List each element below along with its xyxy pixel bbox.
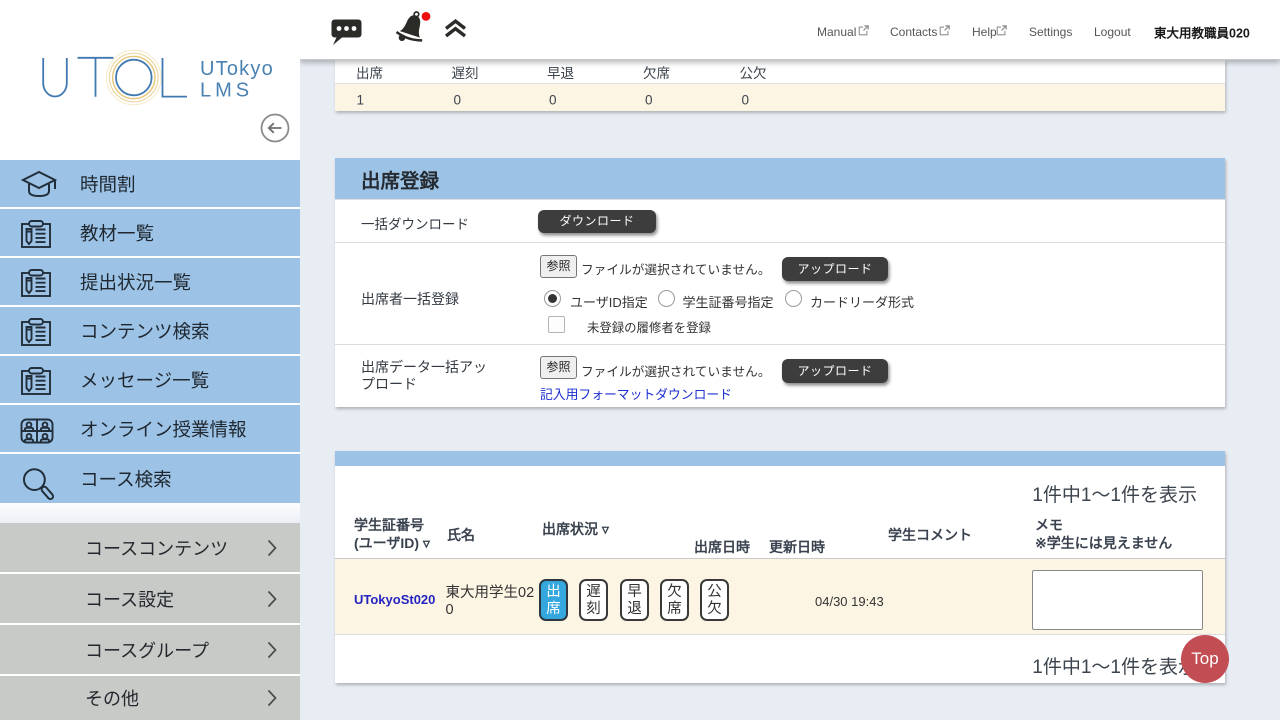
svg-text:UTokyo: UTokyo <box>200 58 274 80</box>
svg-text:LMS: LMS <box>200 80 253 102</box>
